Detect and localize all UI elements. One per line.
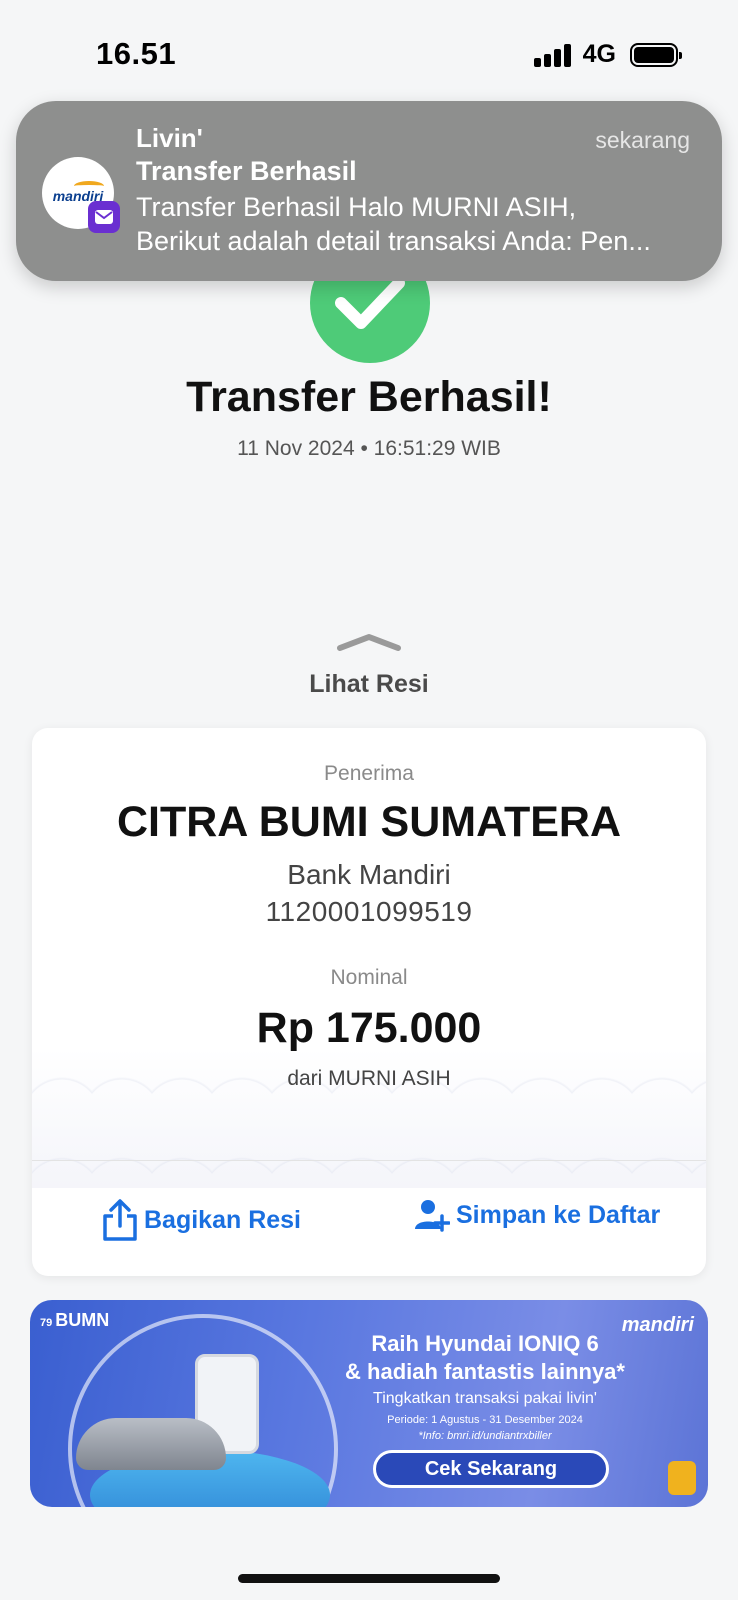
battery-icon	[630, 42, 682, 67]
sender-name: dari MURNI ASIH	[287, 1067, 451, 1090]
promo-banner[interactable]: 79 BUMN mandiri Raih Hyundai IONIQ 6 & h…	[30, 1300, 708, 1507]
check-now-button[interactable]: Cek Sekarang	[373, 1450, 609, 1488]
bumn-logo: 79 BUMN	[40, 1310, 110, 1330]
success-title: Transfer Berhasil!	[186, 373, 552, 421]
recipient-name: CITRA BUMI SUMATERA	[116, 798, 621, 846]
divider	[32, 1160, 706, 1161]
bumn-logo-text: BUMN	[55, 1310, 110, 1330]
banner-title-line: Raih Hyundai IONIQ 6	[371, 1331, 599, 1356]
banner-title-line: & hadiah fantastis lainnya*	[345, 1359, 625, 1384]
transaction-datetime: 11 Nov 2024 • 16:51:29 WIB	[237, 437, 501, 460]
amount-label: Nominal	[330, 966, 408, 989]
banner-info: *Info: bmri.id/undiantrxbiller	[418, 1430, 552, 1442]
recipient-label: Penerima	[324, 762, 414, 785]
push-notification[interactable]: mandiri Livin' sekarang Transfer Berhasi…	[16, 101, 722, 281]
mail-badge-icon	[88, 201, 120, 233]
notification-body-line: Transfer Berhasil Halo MURNI ASIH,	[136, 192, 577, 222]
add-user-icon	[415, 1200, 450, 1232]
notification-app-name: Livin'	[136, 123, 203, 153]
recipient-bank: Bank Mandiri	[287, 859, 451, 890]
transfer-amount: Rp 175.000	[256, 1004, 482, 1052]
share-receipt-label: Bagikan Resi	[144, 1205, 302, 1234]
notification-time: sekarang	[595, 127, 690, 153]
view-receipt-toggle[interactable]: Lihat Resi	[0, 670, 738, 699]
save-to-list-label: Simpan ke Daftar	[456, 1200, 661, 1229]
share-receipt-button[interactable]: Bagikan Resi	[102, 1198, 301, 1242]
notification-body-line: Berikut adalah detail transaksi Anda: Pe…	[136, 226, 651, 256]
livin-app-icon	[668, 1461, 696, 1495]
car-illustration	[76, 1418, 226, 1470]
status-time: 16.51	[96, 36, 177, 71]
banner-subtitle: Tingkatkan transaksi pakai livin'	[373, 1390, 597, 1407]
receipt-card: Penerima CITRA BUMI SUMATERA Bank Mandir…	[32, 728, 706, 1276]
recipient-account-number: 1120001099519	[265, 896, 473, 927]
banner-title: Raih Hyundai IONIQ 6 & hadiah fantastis …	[320, 1330, 650, 1386]
share-icon	[103, 1199, 137, 1241]
network-label: 4G	[582, 40, 616, 68]
chevron-up-icon[interactable]	[336, 632, 402, 657]
banner-period: Periode: 1 Agustus - 31 Desember 2024	[387, 1414, 583, 1426]
notification-title: Transfer Berhasil	[136, 156, 357, 186]
home-indicator[interactable]	[238, 1574, 500, 1583]
status-icons: 4G	[533, 40, 682, 69]
save-to-list-button[interactable]: Simpan ke Daftar	[414, 1198, 660, 1232]
signal-icon	[533, 43, 571, 67]
notification-body: Transfer Berhasil Halo MURNI ASIH, Berik…	[136, 190, 696, 258]
